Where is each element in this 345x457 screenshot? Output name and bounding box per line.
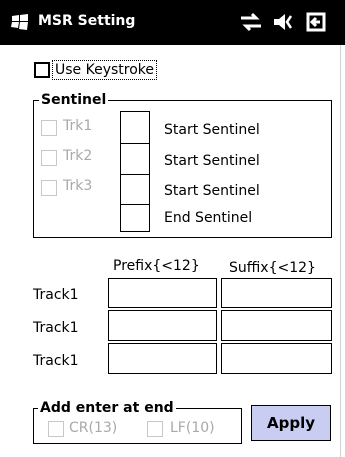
start-sentinel-1-label: Start Sentinel (164, 122, 260, 138)
lf10-label: LF(10) (170, 420, 215, 436)
window-title: MSR Setting (38, 13, 136, 29)
track1-suffix-input[interactable] (221, 278, 332, 308)
track1-label: Track1 (33, 287, 79, 303)
track3-prefix-input[interactable] (108, 343, 217, 374)
trk1-checkbox[interactable] (41, 120, 57, 136)
track3-suffix-input[interactable] (221, 343, 332, 374)
end-sentinel-label: End Sentinel (164, 210, 253, 226)
volume-icon[interactable] (272, 10, 294, 34)
lf10-checkbox[interactable] (147, 421, 163, 437)
suffix-header: Suffix{<12} (229, 260, 316, 276)
apply-button[interactable]: Apply (251, 405, 331, 441)
prefix-header: Prefix{<12} (113, 258, 200, 274)
add-enter-group-title: Add enter at end (38, 400, 176, 416)
track1-label: Track1 (33, 353, 79, 369)
start-sentinel-2-input[interactable] (120, 143, 150, 175)
trk2-checkbox[interactable] (41, 150, 57, 166)
trk1-label: Trk1 (63, 118, 93, 134)
start-sentinel-2-label: Start Sentinel (164, 153, 260, 169)
battery-icon[interactable] (304, 10, 328, 34)
trk3-label: Trk3 (63, 178, 93, 194)
track1-label: Track1 (33, 320, 79, 336)
trk3-checkbox[interactable] (41, 180, 57, 196)
end-sentinel-input[interactable] (120, 204, 150, 232)
track2-suffix-input[interactable] (221, 310, 332, 341)
right-edge-divider (340, 45, 341, 457)
connectivity-icon[interactable] (238, 10, 264, 34)
use-keystroke-checkbox[interactable] (34, 62, 50, 78)
track2-prefix-input[interactable] (108, 310, 217, 341)
start-sentinel-3-label: Start Sentinel (164, 183, 260, 199)
sentinel-group-title: Sentinel (39, 92, 109, 108)
use-keystroke-label[interactable]: Use Keystroke (52, 60, 158, 80)
start-sentinel-3-input[interactable] (120, 174, 150, 205)
cr13-checkbox[interactable] (48, 421, 64, 437)
start-sentinel-1-input[interactable] (120, 111, 150, 144)
cr13-label: CR(13) (69, 420, 118, 436)
windows-start-icon[interactable] (10, 13, 30, 31)
trk2-label: Trk2 (63, 148, 93, 164)
track1-prefix-input[interactable] (108, 278, 217, 308)
